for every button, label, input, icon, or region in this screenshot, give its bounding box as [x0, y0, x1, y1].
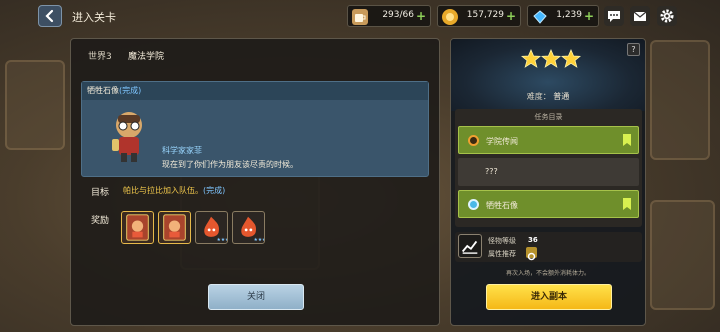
- monster-level-value: 36: [528, 236, 538, 244]
- quest-row-sacrifice-statue[interactable]: 牺牲石像: [458, 190, 639, 218]
- help-icon[interactable]: ?: [627, 43, 640, 56]
- bookmark-icon: [623, 198, 631, 210]
- stamina-value: 293/66: [382, 10, 414, 20]
- speaker-name: 科学家家菲: [162, 146, 202, 155]
- attribute-gear-icon[interactable]: [526, 247, 537, 261]
- goal-status: (完成): [203, 186, 226, 195]
- gold-value: 157,729: [466, 10, 504, 20]
- reward-label: 奖励: [91, 216, 110, 226]
- back-button[interactable]: [38, 5, 62, 27]
- add-stamina-button[interactable]: +: [416, 9, 426, 23]
- stamina-counter[interactable]: 293/66 +: [347, 5, 431, 27]
- gem-value: 1,239: [556, 10, 582, 20]
- world-label: 世界3: [88, 52, 112, 62]
- stage-name: 魔法学院: [128, 52, 165, 62]
- gem-counter[interactable]: 1,239 +: [527, 5, 599, 27]
- page-title: 进入关卡: [72, 11, 116, 24]
- stats-chart-icon: [458, 234, 482, 258]
- monster-level-label: 怪物等级: [488, 237, 516, 245]
- fire-monster-icon: ★★★: [204, 216, 229, 243]
- quest-row-label: 牺牲石像: [486, 201, 518, 210]
- monster-info: 怪物等级 36 属性推荐: [455, 232, 642, 262]
- chat-button[interactable]: [604, 6, 624, 26]
- quest-status: (完成): [119, 86, 142, 95]
- reward-monster[interactable]: ★★★: [195, 211, 229, 244]
- blue-gem-icon: [532, 9, 548, 25]
- goal-text: 帕比与拉比加入队伍。(完成): [123, 185, 225, 196]
- settings-icon: [660, 9, 674, 23]
- star-icon: [521, 49, 542, 68]
- mail-button[interactable]: [630, 6, 650, 26]
- reward-hero-card[interactable]: [121, 211, 154, 244]
- coffee-cup-icon: [352, 9, 368, 25]
- quest-card-title: 牺牲石像(完成): [82, 82, 428, 100]
- top-bar: 进入关卡 293/66 + 157,729 + 1,239 +: [0, 0, 720, 34]
- quest-title: 牺牲石像: [87, 86, 119, 95]
- gold-coin-icon: [442, 9, 458, 25]
- quest-card: 牺牲石像(完成) 科学家家菲 现在到了你们作为朋友该尽责的时候。: [81, 81, 429, 177]
- goal-label: 目标: [91, 188, 110, 198]
- stage-info-panel: ? 难度： 普通 任务目录 学院传闻 ??? 牺牲石像 怪物等级 36 属性推荐…: [450, 38, 646, 326]
- star-rating: [521, 49, 581, 68]
- svg-text:★★★: ★★★: [217, 237, 227, 243]
- quest-row-academy-rumor[interactable]: 学院传闻: [458, 126, 639, 154]
- stage-detail-panel: 世界3 魔法学院 牺牲石像(完成) 科学家家菲 现在到了你们作为朋友该尽责的时候…: [70, 38, 440, 326]
- difficulty-label: 难度：: [526, 92, 551, 101]
- fire-monster-icon: ★★★: [241, 216, 266, 243]
- blue-marker-icon: [468, 199, 479, 210]
- goal-description: 帕比与拉比加入队伍。: [123, 186, 203, 195]
- hero-card-icon: [126, 214, 149, 241]
- stage-header: 世界3 魔法学院: [71, 39, 439, 69]
- map-tile: [650, 200, 715, 310]
- mail-icon: [633, 11, 647, 21]
- reentry-hint: 再次入场，不会额外消耗体力。: [505, 270, 590, 277]
- reward-hero-card[interactable]: [158, 211, 191, 244]
- map-tile: [5, 60, 65, 150]
- enter-dungeon-button[interactable]: 进入副本: [486, 284, 612, 310]
- quest-row-label: 学院传闻: [486, 137, 518, 146]
- hero-card-icon: [163, 214, 186, 241]
- gold-counter[interactable]: 157,729 +: [437, 5, 521, 27]
- close-button[interactable]: 关闭: [208, 284, 304, 310]
- add-gem-button[interactable]: +: [584, 9, 594, 23]
- attribute-label: 属性推荐: [488, 250, 516, 258]
- map-tile: [650, 40, 710, 160]
- star-icon: [540, 49, 562, 68]
- difficulty-row: 难度： 普通: [451, 91, 645, 102]
- settings-button[interactable]: [657, 6, 677, 26]
- dialogue-text: 现在到了你们作为朋友该尽责的时候。: [162, 160, 298, 169]
- quest-list: 任务目录 学院传闻 ??? 牺牲石像: [455, 109, 642, 227]
- back-arrow-icon: [45, 9, 54, 23]
- quest-row-label: ???: [485, 167, 498, 176]
- difficulty-value: 普通: [553, 92, 570, 101]
- orange-marker-icon: [468, 135, 479, 146]
- quest-list-caption: 任务目录: [534, 113, 563, 121]
- svg-text:★★★: ★★★: [254, 237, 264, 243]
- chat-icon: [608, 11, 620, 22]
- add-gold-button[interactable]: +: [506, 9, 516, 23]
- stage-banner: ? 难度： 普通: [451, 39, 645, 111]
- scientist-portrait: [106, 105, 152, 165]
- bookmark-icon: [623, 134, 631, 146]
- star-icon: [560, 49, 581, 68]
- reward-monster[interactable]: ★★★: [232, 211, 266, 244]
- quest-row-unknown[interactable]: ???: [458, 158, 639, 186]
